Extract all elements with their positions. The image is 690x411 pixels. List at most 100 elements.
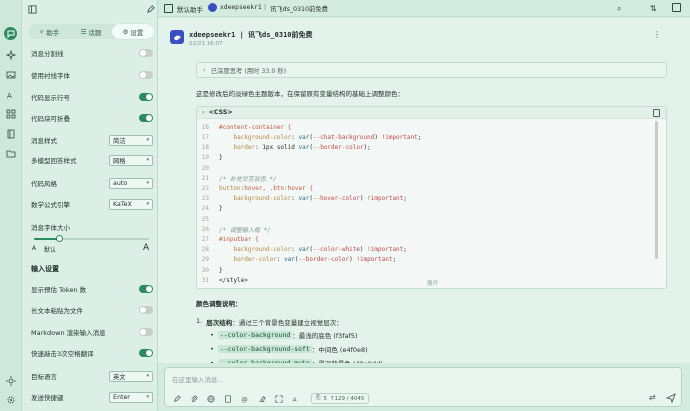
translate-button-icon[interactable]: ⇄: [649, 393, 659, 403]
book-icon[interactable]: [5, 128, 17, 140]
tab-assistant[interactable]: ✧ 助手: [28, 24, 70, 39]
copy-icon[interactable]: [653, 109, 660, 117]
code-line: 16 #content-container {: [197, 122, 667, 133]
expand-icon[interactable]: [274, 394, 283, 403]
chevron-down-icon: ▾: [146, 137, 149, 143]
code-text: button:hover, .btn:hover {: [219, 184, 313, 192]
font-small-label: A: [32, 245, 37, 252]
svg-text:A: A: [292, 397, 296, 403]
knowledge-icon[interactable]: [223, 394, 232, 403]
theme-icon[interactable]: [5, 375, 17, 387]
message-input[interactable]: 在这里输入消息... @ A ⎘ 5 ↑129 / 4045 ⇄: [164, 367, 682, 407]
code-line: 20: [197, 163, 667, 174]
message-style-select[interactable]: 简洁 ▾: [109, 134, 153, 146]
code-line: 25: [197, 214, 667, 225]
slider-thumb[interactable]: [56, 235, 64, 242]
line-number: 22: [201, 184, 209, 192]
code-line: 18 border: 1px solid var(--border-color)…: [197, 142, 667, 153]
bullet-text: ：中间色 (e4f0e8): [311, 346, 368, 354]
code-style-select[interactable]: auto ▾: [109, 177, 153, 189]
chat-icon[interactable]: [4, 27, 17, 40]
new-chat-icon[interactable]: [172, 394, 181, 403]
setting-show-tokens: 显示预估 Token 数: [31, 283, 153, 295]
thinking-block[interactable]: › 已深度思考 (用时 33.0 秒): [196, 62, 667, 78]
code-line: 24}: [197, 204, 667, 215]
svg-text:A: A: [7, 92, 12, 100]
icon-rail: A: [0, 0, 22, 411]
folder-icon[interactable]: [5, 147, 17, 159]
expand-link[interactable]: 展开: [427, 279, 438, 287]
image-icon[interactable]: [5, 69, 17, 81]
chevron-right-icon[interactable]: ›: [202, 109, 205, 116]
setting-paste-as-file: 长文本粘贴为文件: [31, 304, 153, 316]
chevron-down-icon: ▾: [146, 201, 149, 207]
send-icon[interactable]: [665, 393, 676, 404]
line-number: 24: [201, 205, 209, 213]
model-avatar: [170, 30, 184, 44]
line-number: 16: [201, 123, 209, 131]
code-text: background-color: var(--color-white) !im…: [233, 246, 407, 254]
chevron-down-icon: ▾: [146, 373, 149, 379]
assistant-name[interactable]: 默认助手: [177, 4, 203, 14]
clear-icon[interactable]: [257, 394, 266, 403]
search-icon[interactable]: ⌕: [617, 4, 621, 14]
code-line: 23 background-color: var(--hover-color) …: [197, 193, 667, 204]
multi-model-select[interactable]: 网格 ▾: [109, 154, 153, 166]
line-number: 20: [201, 164, 209, 172]
setting-message-style: 消息样式 简洁 ▾: [31, 134, 153, 146]
sidebar-tabs: ✧ 助手 ☰ 话题 ⚙ 设置: [28, 24, 154, 39]
setting-code-collapsible: 代码块可折叠: [31, 112, 153, 124]
input-settings-heading: 输入设置: [31, 265, 59, 273]
edit-icon[interactable]: [146, 5, 155, 14]
code-scrollbar[interactable]: [655, 121, 658, 259]
tab-topics[interactable]: ☰ 话题: [70, 24, 112, 39]
chevron-down-icon: ▾: [146, 394, 149, 400]
message-intro: 这是修改后的淡绿色主题版本，在保留原有变量结构的基础上调整颜色：: [196, 90, 404, 98]
line-number: 28: [201, 246, 209, 254]
code-line: 27 #inputbar {: [197, 234, 667, 245]
tab-settings[interactable]: ⚙ 设置: [112, 24, 154, 39]
toggle-switch[interactable]: [139, 349, 153, 357]
input-area: 在这里输入消息... @ A ⎘ 5 ↑129 / 4045 ⇄: [158, 363, 690, 411]
math-engine-select[interactable]: KaTeX ▾: [109, 198, 153, 210]
toggle-switch[interactable]: [139, 306, 153, 314]
translate-icon[interactable]: A: [291, 394, 300, 403]
code-line: 22 button:hover, .btn:hover {: [197, 183, 667, 194]
panel-right-icon[interactable]: [672, 3, 681, 12]
bullet-text: ：最浅的底色 (f3faf5): [292, 332, 358, 340]
target-language-select[interactable]: 英文 ▾: [109, 370, 153, 382]
code-text: }: [219, 154, 223, 162]
top-bar: 默认助手 xdeepseekr1 | 讯飞ds_0310前免费 ⌕ ⇅: [158, 0, 690, 17]
toggle-switch[interactable]: [139, 93, 153, 101]
topic-name[interactable]: 讯飞ds_0310前免费: [270, 4, 328, 13]
model-name[interactable]: xdeepseekr1: [220, 4, 262, 11]
toggle-switch[interactable]: [139, 114, 153, 122]
sort-icon[interactable]: ⇅: [650, 4, 657, 13]
svg-text:@: @: [241, 395, 247, 403]
send-key-select[interactable]: Enter ▾: [109, 391, 153, 403]
code-text: }: [219, 266, 223, 274]
toggle-switch[interactable]: [139, 49, 153, 57]
code-text: </style>: [219, 276, 248, 284]
setting-math-engine: 数学公式引擎 KaTeX ▾: [31, 198, 153, 210]
sidebar-toggle-icon[interactable]: [28, 5, 37, 14]
toggle-switch[interactable]: [139, 328, 153, 336]
web-search-icon[interactable]: [206, 394, 215, 403]
font-size-slider[interactable]: [34, 235, 149, 242]
more-icon[interactable]: ⋮: [653, 30, 661, 39]
translate-icon[interactable]: A: [5, 89, 17, 101]
assistant-icon: [164, 4, 173, 13]
grid-icon[interactable]: [5, 108, 17, 120]
attachment-icon[interactable]: [189, 394, 198, 403]
setting-markdown-input: Markdown 渲染输入消息: [31, 326, 153, 338]
thinking-label: 已深度思考 (用时 33.0 秒): [210, 67, 287, 75]
code-text: background-color: var(--hover-color) !im…: [233, 195, 407, 203]
toggle-switch[interactable]: [139, 285, 153, 293]
code-line: 21 /* 补充交互状态 */: [197, 173, 667, 184]
sparkle-icon[interactable]: [5, 49, 17, 61]
toggle-switch[interactable]: [139, 71, 153, 79]
code-block: › <CSS> 16 #content-container {17 backgrou…: [196, 106, 667, 289]
settings-icon[interactable]: [5, 394, 17, 406]
line-number: 29: [201, 256, 209, 264]
at-icon[interactable]: @: [240, 394, 249, 403]
